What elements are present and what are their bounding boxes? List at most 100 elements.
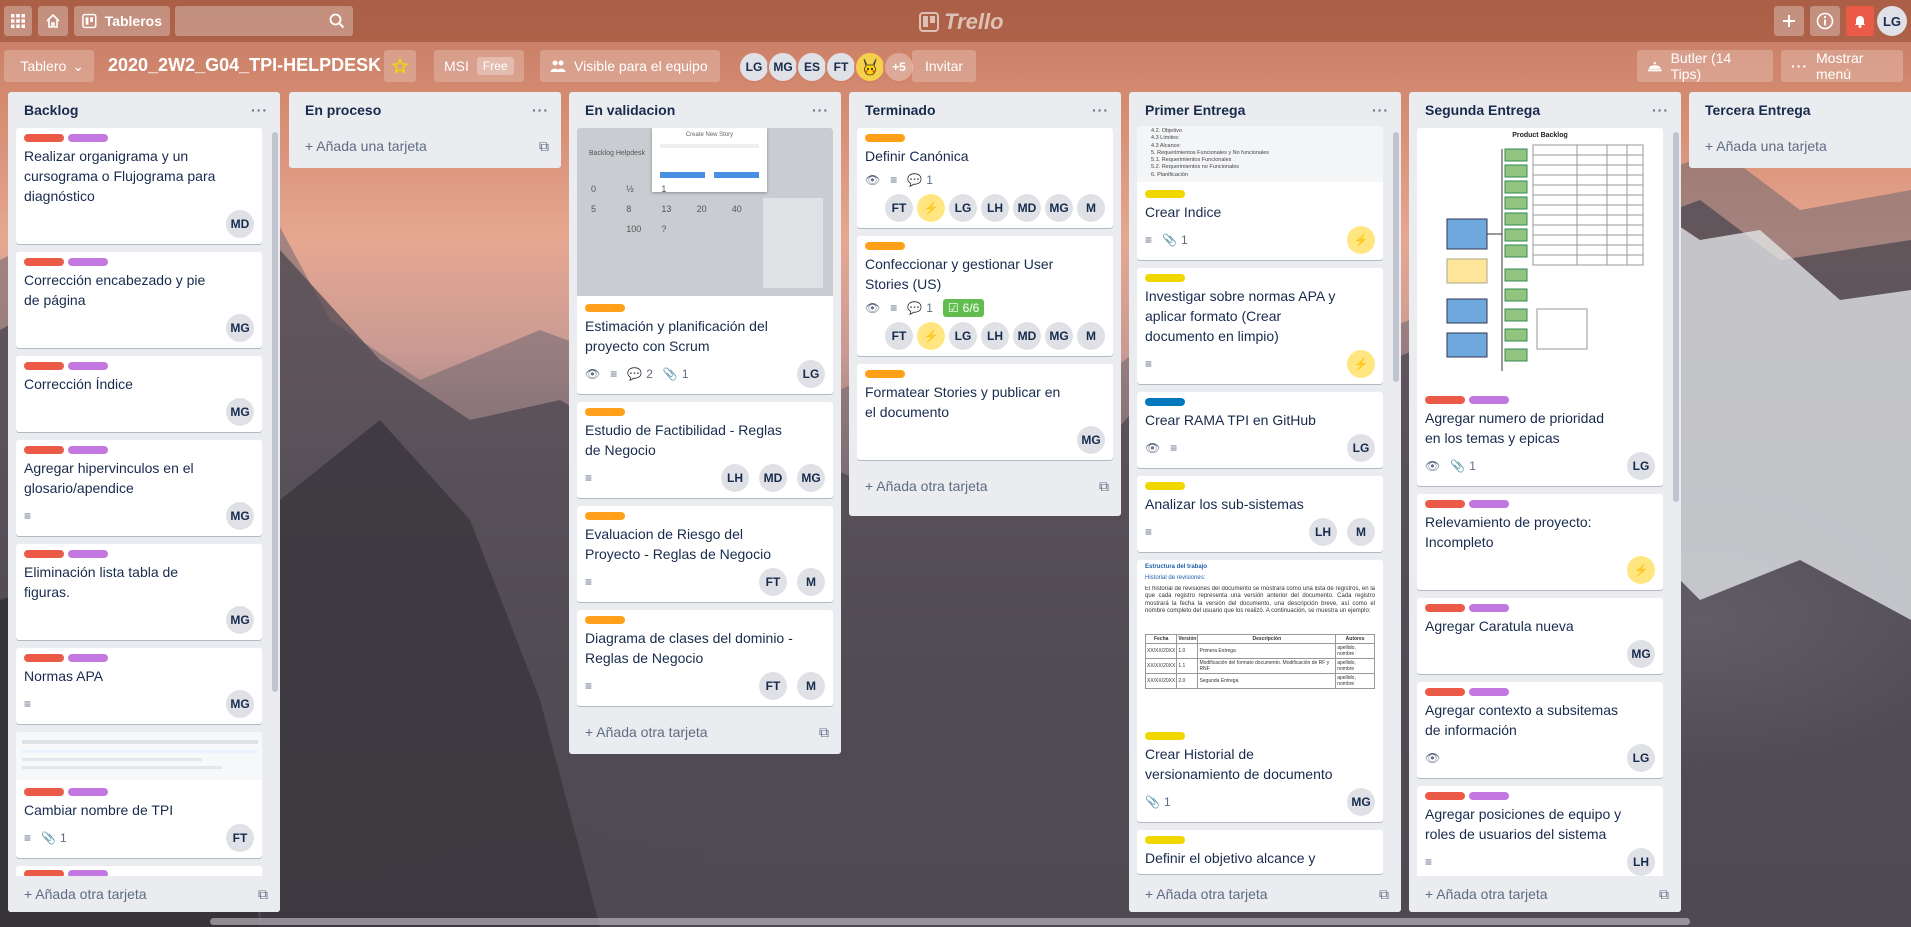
card-member[interactable]: M [1347,518,1375,546]
add-card-button[interactable]: + Añada otra tarjeta ⧉ [569,714,841,750]
template-icon[interactable]: ⧉ [1099,478,1109,495]
card-member[interactable]: MG [1077,426,1105,454]
card[interactable]: Crear RAMA TPI en GitHub 👁 ≡ LG [1137,392,1383,468]
card-member[interactable]: LG [1347,434,1375,462]
card-member[interactable]: MD [1013,194,1041,222]
card-member[interactable]: M [1077,322,1105,350]
board-horizontal-scrollbar[interactable] [210,918,1690,925]
list-header[interactable]: Primer Entrega ··· [1129,92,1401,128]
card[interactable]: Corrección encabezado y pie de página MG [16,252,262,348]
list-header[interactable]: Backlog ··· [8,92,280,128]
card-member[interactable]: FT [885,194,913,222]
list-header[interactable]: Tercera Entrega [1689,92,1911,128]
list-scrollbar[interactable] [1673,132,1679,502]
app-switcher-button[interactable] [4,6,32,36]
list-menu-icon[interactable]: ··· [1092,102,1109,118]
pikachu-avatar-icon[interactable] [854,51,886,83]
member-avatar[interactable]: MG [767,51,799,83]
pikachu-avatar-icon[interactable]: ⚡ [1627,556,1655,584]
list-header[interactable]: Segunda Entrega ··· [1409,92,1681,128]
card[interactable]: Agregar contexto a subsitemas de informa… [1417,682,1663,778]
list-en-proceso[interactable]: En proceso ··· + Añada una tarjeta ⧉ [289,92,561,168]
list-menu-icon[interactable]: ··· [1652,102,1669,118]
list-scrollbar[interactable] [272,132,278,692]
show-menu-button[interactable]: ··· Mostrar menú [1781,50,1903,82]
card[interactable]: Normas APA ≡ MG [16,648,262,724]
add-card-button[interactable]: + Añada una tarjeta ⧉ [289,128,561,164]
card-member[interactable]: LH [721,464,749,492]
list-title[interactable]: En validacion [585,102,675,118]
card[interactable]: Cambiar nombre de TPI ≡ 📎 1 FT [16,732,262,858]
card-member[interactable]: LG [1627,452,1655,480]
card[interactable]: Relevamiento de proyecto: Incompleto ⚡ [1417,494,1663,590]
card-member[interactable]: MD [759,464,787,492]
team-button[interactable]: MSI Free [434,50,524,82]
card-member[interactable]: M [797,672,825,700]
card-member[interactable]: MG [226,398,254,426]
create-button[interactable] [1774,6,1804,36]
list-tercera-entrega[interactable]: Tercera Entrega + Añada una tarjeta [1689,92,1911,168]
card[interactable]: 4.2. Objetivo 4.3 Límites: 4.3 Alcance: … [1137,126,1383,260]
card[interactable]: Product Backlog Agregar numero de priori… [1417,128,1663,486]
card-member[interactable]: FT [885,322,913,350]
member-avatar[interactable]: FT [825,51,857,83]
invite-button[interactable]: Invitar [912,50,976,82]
more-members[interactable]: +5 [883,51,915,83]
card-member[interactable]: FT [759,568,787,596]
notifications-button[interactable] [1846,6,1874,36]
card[interactable]: Agregar posiciones de equipo y roles de … [1417,786,1663,882]
card-member[interactable]: MG [226,606,254,634]
pikachu-avatar-icon[interactable]: ⚡ [917,322,945,350]
card-member[interactable]: MG [1045,322,1073,350]
card-member[interactable]: MG [226,690,254,718]
list-menu-icon[interactable]: ··· [1372,102,1389,118]
card-member[interactable]: MG [1627,640,1655,668]
template-icon[interactable]: ⧉ [539,138,549,155]
pikachu-avatar-icon[interactable]: ⚡ [1347,350,1375,378]
list-title[interactable]: Terminado [865,102,936,118]
board-view-switcher[interactable]: Tablero ⌄ [4,50,94,82]
card-member[interactable]: MG [1045,194,1073,222]
template-icon[interactable]: ⧉ [819,724,829,741]
card-member[interactable]: LG [1627,744,1655,772]
template-icon[interactable]: ⧉ [1659,886,1669,903]
card[interactable]: Estructura del trabajo Historial de revi… [1137,560,1383,822]
list-menu-icon[interactable]: ··· [532,102,549,118]
star-board-button[interactable] [384,50,416,82]
trello-logo[interactable]: Trello [919,9,1004,35]
list-en-validacion[interactable]: En validacion ··· Backlog Helpdesk Create… [569,92,841,754]
card-member[interactable]: LH [1309,518,1337,546]
add-card-button[interactable]: + Añada otra tarjeta ⧉ [8,876,280,912]
card-member[interactable]: LG [797,360,825,388]
card[interactable]: Backlog Helpdesk Create New Story 0 ½ 1 5 8… [577,128,833,394]
card[interactable]: Corrección Índice MG [16,356,262,432]
list-segunda-entrega[interactable]: Segunda Entrega ··· Product Backlog Agre… [1409,92,1681,912]
list-menu-icon[interactable]: ··· [812,102,829,118]
list-header[interactable]: En proceso ··· [289,92,561,128]
list-title[interactable]: Primer Entrega [1145,102,1245,118]
template-icon[interactable]: ⧉ [1379,886,1389,903]
card[interactable]: Agregar hipervinculos en el glosario/ape… [16,440,262,536]
card[interactable]: Investigar sobre normas APA y aplicar fo… [1137,268,1383,384]
card[interactable]: Definir el objetivo alcance y [1137,830,1383,874]
card-member[interactable]: MG [797,464,825,492]
add-card-button[interactable]: + Añada una tarjeta [1689,128,1911,164]
user-avatar[interactable]: LG [1877,6,1907,36]
card-member[interactable]: FT [759,672,787,700]
list-title[interactable]: Backlog [24,102,78,118]
member-avatar[interactable]: ES [796,51,828,83]
card-member[interactable]: MG [226,314,254,342]
pikachu-avatar-icon[interactable]: ⚡ [917,194,945,222]
search-icon[interactable] [329,13,345,29]
butler-button[interactable]: Butler (14 Tips) [1637,50,1773,82]
card[interactable]: Eliminación lista tabla de figuras. MG [16,544,262,640]
card-member[interactable]: LH [981,194,1009,222]
list-header[interactable]: En validacion ··· [569,92,841,128]
home-button[interactable] [38,6,68,36]
list-terminado[interactable]: Terminado ··· Definir Canónica 👁 ≡ 💬 1 FT … [849,92,1121,516]
list-title[interactable]: Segunda Entrega [1425,102,1540,118]
card-member[interactable]: LH [1627,848,1655,876]
card[interactable]: Formatear Stories y publicar en el docum… [857,364,1113,460]
list-primer-entrega[interactable]: Primer Entrega ··· 4.2. Objetivo 4.3 Lími… [1129,92,1401,912]
card-member[interactable]: FT [226,824,254,852]
